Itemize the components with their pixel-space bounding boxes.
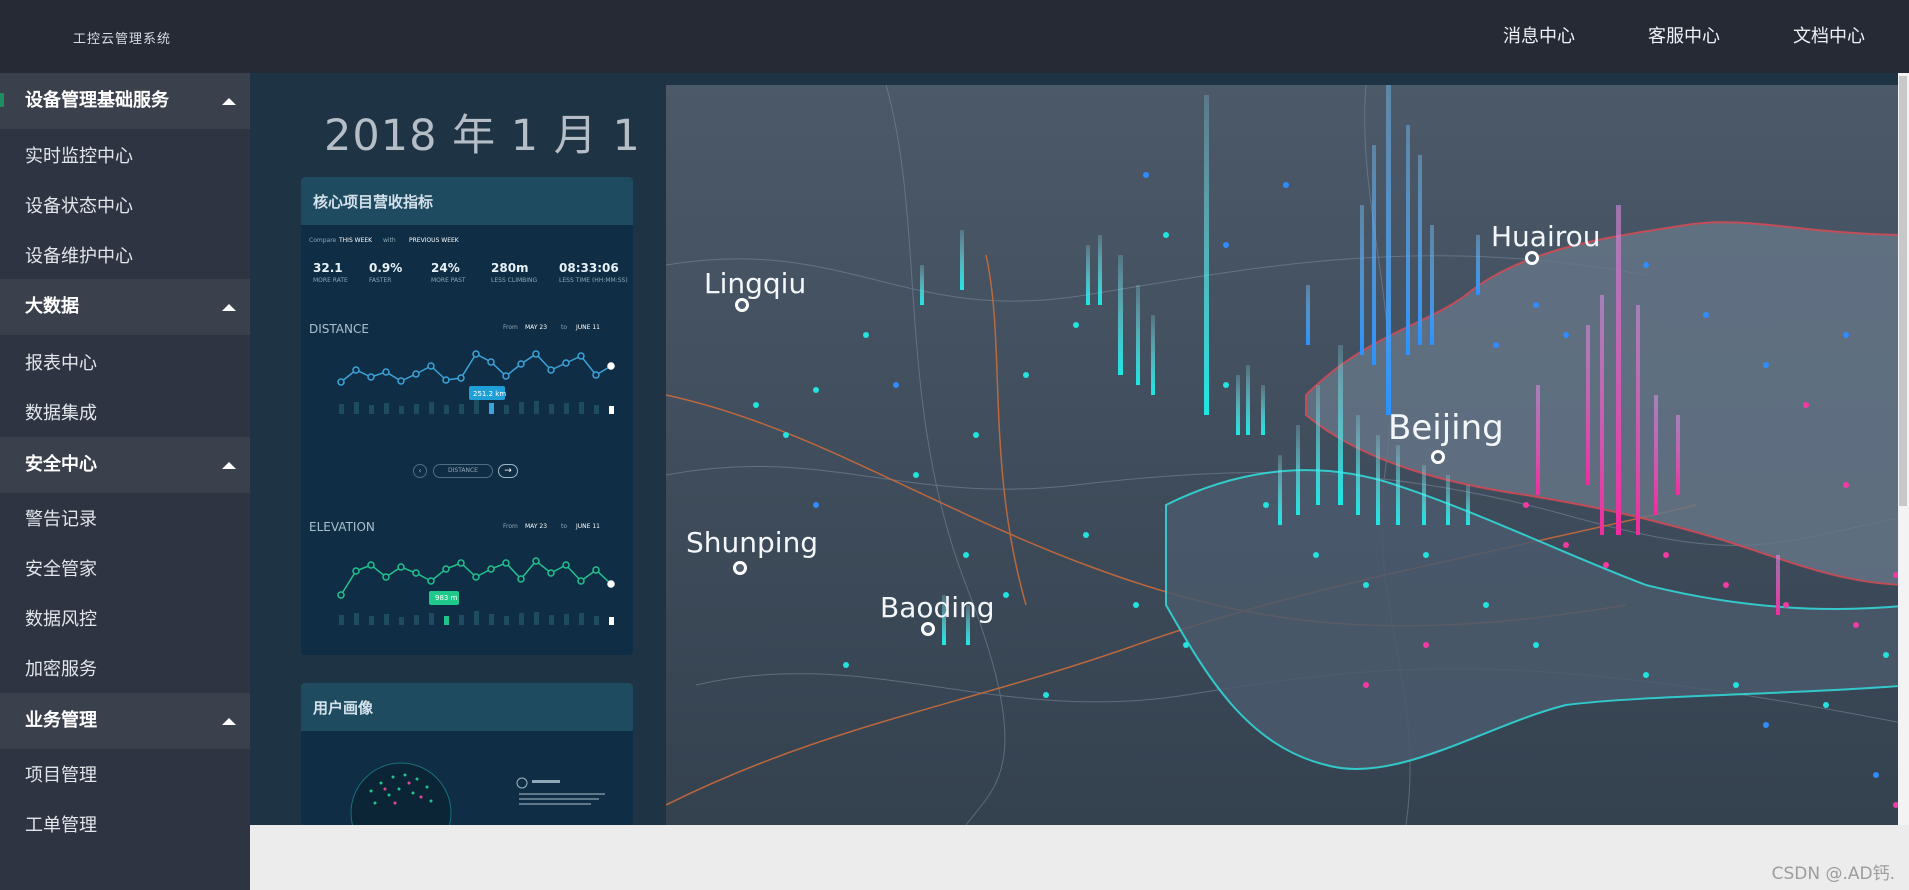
sidebar-group-device-management[interactable]: 设备管理基础服务	[0, 73, 250, 129]
sidebar-item-tickets[interactable]: 工单管理	[25, 811, 97, 837]
elevation-label: ELEVATION	[309, 520, 375, 534]
city-label-shunping: Shunping	[686, 526, 819, 559]
core-revenue-card: 核心项目营收指标 Compare THIS WEEK with PREVIOUS…	[301, 177, 633, 655]
sidebar-item-device-status[interactable]: 设备状态中心	[25, 192, 133, 218]
city-marker-icon[interactable]	[1525, 251, 1539, 265]
stat-value: 0.9%	[369, 261, 403, 275]
top-bar: 工控云管理系统 消息中心 客服中心 文档中心	[0, 0, 1909, 73]
from-label: From	[503, 523, 518, 530]
elevation-bars	[339, 611, 614, 625]
stat-value: 24%	[431, 261, 460, 275]
stat-value: 08:33:06	[559, 261, 619, 275]
city-marker-icon[interactable]	[1431, 450, 1445, 464]
compare-label: Compare	[309, 237, 337, 244]
user-profile-card: 用户画像	[301, 683, 633, 825]
to-label: to	[561, 324, 568, 331]
caret-up-icon	[222, 98, 236, 105]
beijing-3d-map[interactable]: Lingqiu Huairou Beijing Shunping Baoding	[663, 85, 1909, 825]
city-label-beijing: Beijing	[1388, 408, 1504, 448]
sidebar-item-reports[interactable]: 报表中心	[25, 349, 97, 375]
distance-tooltip-text: 251.2 km	[473, 390, 507, 398]
stat-label: LESS TIME (HH:MM:SS)	[559, 277, 628, 284]
caret-up-icon	[222, 462, 236, 469]
to-label: to	[561, 523, 568, 530]
caret-up-icon	[222, 304, 236, 311]
sidebar-group-security[interactable]: 安全中心	[0, 437, 250, 493]
elevation-tooltip-text: 983 m	[435, 594, 458, 602]
sidebar-item-risk-control[interactable]: 数据风控	[25, 605, 97, 631]
date-from[interactable]: MAY 23	[525, 523, 547, 530]
stat-label: LESS CLIMBING	[491, 277, 538, 284]
elevation-points	[337, 557, 615, 599]
city-marker-icon[interactable]	[735, 298, 749, 312]
stat-value: 280m	[491, 261, 529, 275]
metric-switch[interactable]: DISTANCE	[433, 464, 493, 478]
city-label-lingqiu: Lingqiu	[704, 267, 807, 300]
nav-docs[interactable]: 文档中心	[1793, 22, 1865, 48]
city-label-huairou: Huairou	[1491, 220, 1601, 253]
card-title: 用户画像	[301, 683, 633, 731]
distance-line-chart	[337, 350, 615, 414]
from-label: From	[503, 324, 518, 331]
watermark: CSDN @.AD钙.	[1771, 864, 1895, 884]
city-label-baoding: Baoding	[880, 591, 995, 624]
distance-points	[337, 350, 615, 386]
city-marker-icon[interactable]	[733, 561, 747, 575]
stat-label: FASTER	[369, 277, 392, 284]
sidebar-group-label: 大数据	[25, 296, 79, 317]
distance-label: DISTANCE	[309, 322, 369, 336]
nav-messages[interactable]: 消息中心	[1503, 22, 1575, 48]
stat-value: 32.1	[313, 261, 343, 275]
caret-up-icon	[222, 718, 236, 725]
sidebar-item-device-maintenance[interactable]: 设备维护中心	[25, 242, 133, 268]
stat-label: MORE PAST	[431, 277, 466, 284]
dashboard-content: 2018 年 1 月 1 日 核心项目营收指标 Compare THIS WEE…	[250, 73, 1909, 825]
stat-label: MORE RATE	[313, 277, 348, 284]
sidebar-item-encryption[interactable]: 加密服务	[25, 655, 97, 681]
app-title: 工控云管理系统	[73, 32, 172, 47]
user-globe-visual	[350, 762, 605, 825]
map-canvas	[666, 85, 1909, 825]
distance-line	[340, 353, 612, 383]
sidebar-item-realtime-monitor[interactable]: 实时监控中心	[25, 142, 133, 168]
card-title: 核心项目营收指标	[301, 177, 633, 225]
sidebar-item-data-integration[interactable]: 数据集成	[25, 399, 97, 425]
sidebar-group-business[interactable]: 业务管理	[0, 693, 250, 749]
sidebar-group-label: 业务管理	[25, 710, 97, 731]
this-week-select[interactable]: THIS WEEK	[339, 237, 372, 244]
scrollbar-thumb[interactable]	[1899, 76, 1907, 506]
next-arrow-button[interactable]: →	[498, 464, 518, 478]
date-to[interactable]: JUNE 11	[576, 523, 600, 530]
previous-week-select[interactable]: PREVIOUS WEEK	[409, 237, 459, 244]
date-from[interactable]: MAY 23	[525, 324, 547, 331]
with-label: with	[383, 237, 396, 244]
sidebar: 设备管理基础服务 实时监控中心 设备状态中心 设备维护中心 大数据 报表中心 数…	[0, 73, 250, 890]
sidebar-group-big-data[interactable]: 大数据	[0, 279, 250, 335]
sidebar-item-alert-log[interactable]: 警告记录	[25, 505, 97, 531]
nav-customer-service[interactable]: 客服中心	[1648, 22, 1720, 48]
sidebar-item-projects[interactable]: 项目管理	[25, 761, 97, 787]
distance-bars	[339, 400, 614, 414]
elevation-line-chart	[337, 557, 615, 625]
city-marker-icon[interactable]	[921, 622, 935, 636]
dashboard-date: 2018 年 1 月 1 日	[324, 111, 700, 161]
sidebar-group-label: 安全中心	[25, 454, 97, 475]
prev-arrow-button[interactable]: ‹	[413, 464, 427, 478]
active-indicator	[0, 93, 4, 107]
sidebar-group-label: 设备管理基础服务	[25, 90, 169, 111]
sidebar-item-security-manager[interactable]: 安全管家	[25, 555, 97, 581]
date-to[interactable]: JUNE 11	[576, 324, 600, 331]
